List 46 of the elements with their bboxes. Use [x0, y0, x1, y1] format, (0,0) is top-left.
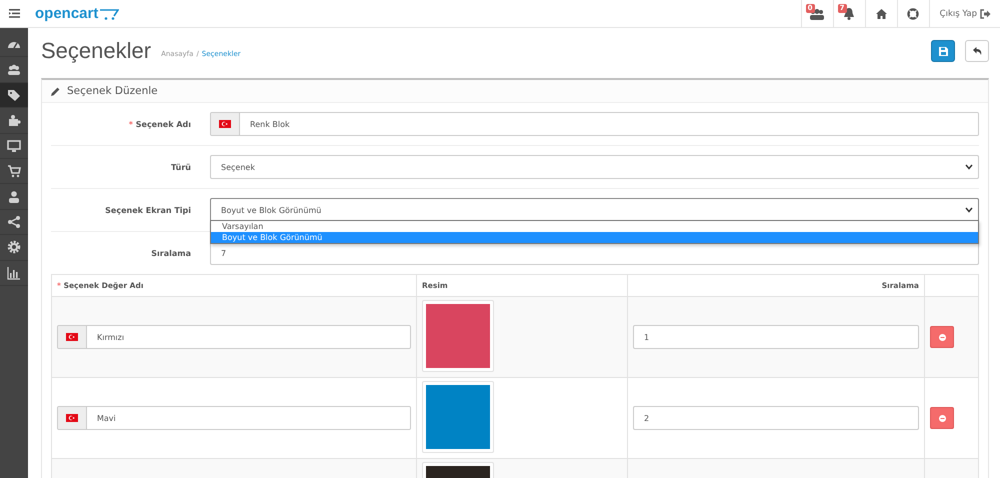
sign-out-icon: [980, 8, 991, 18]
caret-icon: [965, 164, 973, 170]
caret-icon: [965, 207, 973, 213]
pencil-icon: [51, 86, 60, 96]
flag-icon: [219, 120, 231, 128]
cart-icon: [99, 8, 120, 20]
minus-circle-icon: [938, 414, 946, 422]
save-button[interactable]: [931, 40, 955, 62]
monitor-icon: [7, 138, 21, 153]
users-icon: [7, 62, 21, 77]
page-title: Seçenekler: [41, 38, 152, 64]
reply-arrow-icon: [972, 47, 982, 55]
value-name-input[interactable]: Kırmızı: [57, 325, 411, 349]
back-button[interactable]: [965, 40, 989, 62]
share-icon: [7, 214, 21, 229]
puzzle-icon: [7, 113, 21, 128]
menu-icon[interactable]: [8, 9, 20, 18]
tags-icon: [7, 88, 21, 102]
cart-icon: [7, 164, 21, 178]
flag-icon: [66, 333, 78, 341]
gear-icon: [7, 240, 21, 254]
home-icon[interactable]: [876, 8, 887, 18]
select-field[interactable]: Boyut ve Blok Görünümü: [210, 198, 979, 222]
logo[interactable]: opencart: [35, 5, 98, 22]
remove-button[interactable]: [930, 407, 954, 429]
user-icon: [7, 190, 21, 204]
lifebuoy-icon[interactable]: [907, 8, 920, 20]
order-input[interactable]: 2: [633, 406, 919, 430]
minus-circle-icon: [938, 334, 946, 340]
select-field[interactable]: Seçenek: [210, 155, 979, 179]
bell-icon: [843, 7, 856, 20]
order-input[interactable]: 1: [633, 325, 919, 349]
field-label: Seçenek Ekran Tipi: [104, 206, 192, 214]
field-label: Sıralama: [150, 248, 192, 258]
dropdown-option[interactable]: Varsayılan: [211, 221, 978, 232]
remove-button[interactable]: [930, 326, 954, 348]
field-label: Türü: [170, 162, 192, 172]
sidebar-item[interactable]: [0, 82, 28, 108]
logout-button[interactable]: Çıkış Yap: [928, 0, 1000, 27]
name-input[interactable]: Renk Blok: [210, 112, 979, 136]
panel-title: Seçenek Düzenle: [67, 85, 158, 97]
flag-icon: [66, 414, 78, 422]
field-label: * Seçenek Adı: [128, 120, 192, 128]
chart-icon: [7, 266, 21, 280]
save-icon: [938, 46, 948, 56]
value-name-input[interactable]: Mavi: [57, 406, 411, 430]
